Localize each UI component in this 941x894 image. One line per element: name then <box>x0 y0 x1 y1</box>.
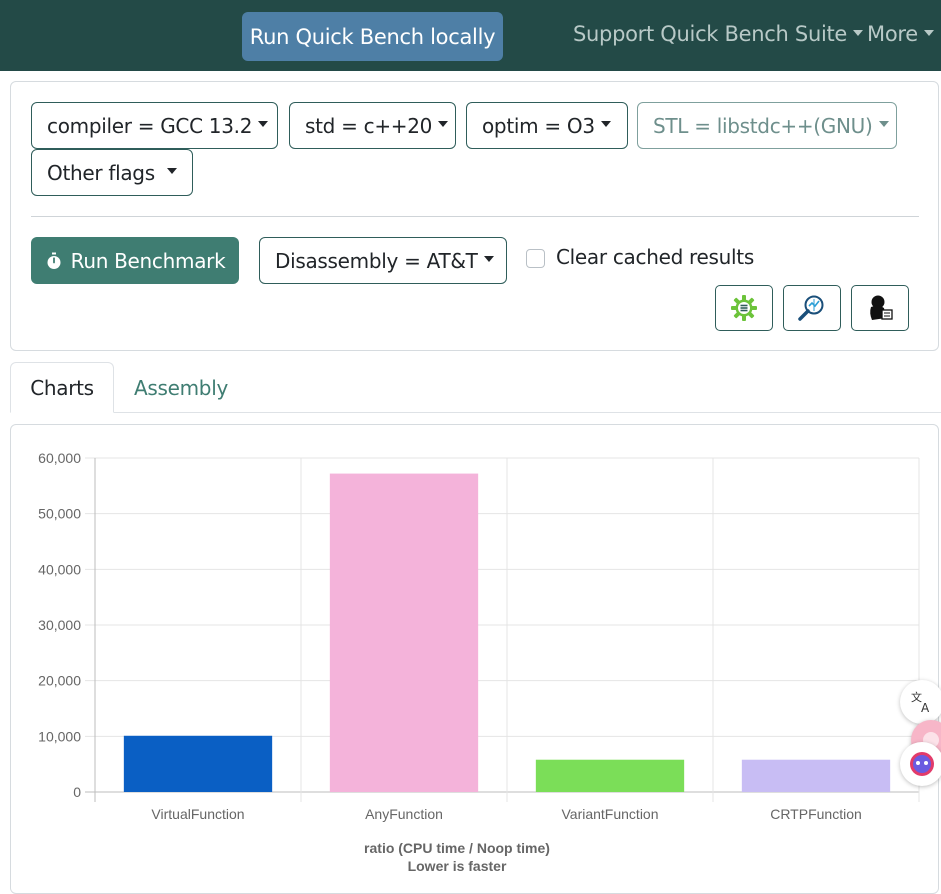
bar-variantfunction <box>535 759 685 792</box>
x-tick-label: VariantFunction <box>561 806 658 822</box>
assistant-face-button[interactable] <box>900 742 941 786</box>
disassembly-label: Disassembly = AT&T <box>275 248 478 273</box>
quick-bench-logo-button[interactable] <box>851 285 909 331</box>
support-menu[interactable]: Support Quick Bench Suite <box>573 22 864 46</box>
disassembly-dropdown[interactable]: Disassembly = AT&T <box>259 237 507 284</box>
robot-face-icon <box>910 752 934 776</box>
y-tick-label: 60,000 <box>38 450 81 466</box>
stopwatch-icon <box>47 252 61 269</box>
chart-panel: 0 10,000 20,000 30,000 40,000 50,000 60,000 Vir… <box>10 424 939 894</box>
tab-charts[interactable]: Charts <box>10 362 114 413</box>
std-label: std = c++20 <box>305 113 433 138</box>
chevron-down-icon <box>600 120 611 127</box>
translate-icon: 文 A <box>911 690 930 715</box>
gear-list-icon <box>731 295 757 321</box>
chevron-down-icon <box>258 120 269 127</box>
y-tick-label: 10,000 <box>38 728 81 744</box>
chevron-down-icon <box>878 120 889 127</box>
more-menu[interactable]: More <box>867 22 934 46</box>
chevron-down-icon <box>853 30 864 36</box>
stl-label: STL = libstdc++(GNU) <box>653 113 873 138</box>
compiler-label: compiler = GCC 13.2 <box>47 113 253 138</box>
compiler-dropdown[interactable]: compiler = GCC 13.2 <box>31 102 278 149</box>
stl-dropdown[interactable]: STL = libstdc++(GNU) <box>637 102 897 149</box>
options-panel: compiler = GCC 13.2 std = c++20 optim = … <box>10 81 939 351</box>
bar-anyfunction <box>329 473 479 792</box>
y-tick-label: 30,000 <box>38 617 81 633</box>
clear-cache-checkbox[interactable] <box>526 249 545 268</box>
optim-dropdown[interactable]: optim = O3 <box>466 102 628 149</box>
chevron-down-icon <box>166 167 177 174</box>
other-flags-label: Other flags <box>47 160 155 185</box>
run-benchmark-label: Run Benchmark <box>70 248 226 273</box>
navbar: Run Quick Bench locally Support Quick Be… <box>0 0 941 71</box>
chevron-down-icon <box>923 30 934 36</box>
bar-virtualfunction <box>123 735 273 792</box>
optim-label: optim = O3 <box>482 113 595 138</box>
bar-crtpfunction <box>741 759 891 792</box>
chevron-down-icon <box>483 255 494 262</box>
thinker-icon <box>870 295 893 320</box>
clear-cache-label: Clear cached results <box>556 245 754 269</box>
tab-assembly[interactable]: Assembly <box>120 362 242 413</box>
run-locally-button[interactable]: Run Quick Bench locally <box>242 12 503 61</box>
run-benchmark-button[interactable]: Run Benchmark <box>31 237 239 284</box>
y-tick-label: 50,000 <box>38 506 81 522</box>
y-tick-label: 20,000 <box>38 673 81 689</box>
translate-float-button[interactable]: 文 A <box>900 680 941 724</box>
settings-button[interactable] <box>715 285 773 331</box>
x-tick-label: AnyFunction <box>365 806 443 822</box>
x-tick-label: CRTPFunction <box>770 806 862 822</box>
svg-text:A: A <box>921 701 930 715</box>
chevron-down-icon <box>438 120 449 127</box>
options-divider <box>31 216 919 217</box>
magnifier-chart-icon <box>798 295 824 321</box>
more-menu-label: More <box>867 22 918 46</box>
y-tick-label: 40,000 <box>38 561 81 577</box>
support-menu-label: Support Quick Bench Suite <box>573 22 848 46</box>
other-flags-dropdown[interactable]: Other flags <box>31 149 193 196</box>
benchmark-chart: 0 10,000 20,000 30,000 40,000 50,000 60,000 Vir… <box>38 450 920 874</box>
x-axis-subtitle: Lower is faster <box>408 858 507 874</box>
x-axis-title: ratio (CPU time / Noop time) <box>364 840 550 856</box>
zoom-benchmark-button[interactable] <box>783 285 841 331</box>
y-tick-label: 0 <box>73 784 81 800</box>
x-tick-label: VirtualFunction <box>151 806 244 822</box>
std-dropdown[interactable]: std = c++20 <box>289 102 456 149</box>
